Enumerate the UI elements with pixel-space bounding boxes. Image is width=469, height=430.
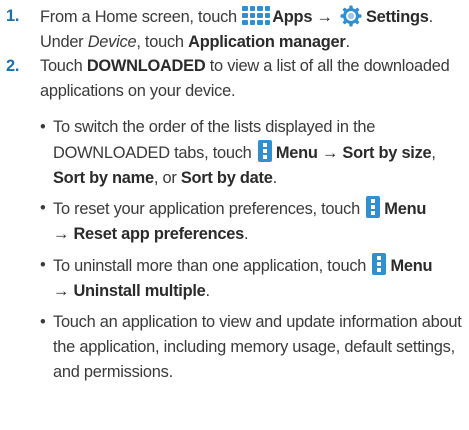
step-text: Touch DOWNLOADED to view a list of all t… [40, 57, 450, 100]
menu-icon [372, 253, 387, 275]
bullet-text: Touch an application to view and update … [53, 313, 462, 381]
downloaded-label: DOWNLOADED [86, 57, 206, 75]
device-label: Device [87, 33, 137, 51]
uninstall-multiple-label: → Uninstall multiple [53, 282, 206, 300]
apps-label: Apps [272, 8, 313, 26]
menu-icon [257, 140, 272, 162]
step-number: 2. [6, 57, 20, 75]
menu-label: Menu [275, 144, 318, 162]
sort-by-size-label: Sort by size [342, 144, 432, 162]
bullet-dot: • [40, 199, 46, 217]
sort-by-date-label: Sort by date [180, 169, 273, 187]
bullet-text: To uninstall more than one application, … [53, 253, 465, 304]
step-text: From a Home screen, touch Apps → Setting [40, 4, 465, 55]
sort-by-name-label: Sort by name [53, 169, 154, 187]
step-number: 1. [6, 7, 20, 25]
bullet-text: To switch the order of the lists display… [53, 118, 436, 187]
settings-label: Settings [365, 8, 429, 26]
bullet-dot: • [40, 313, 46, 331]
instructions-page: 1. From a Home screen, touch Apps → Sett… [0, 0, 469, 430]
settings-gear-icon [340, 5, 362, 27]
menu-icon [366, 196, 381, 218]
bullet-dot: • [40, 256, 46, 274]
bullet-text: To reset your application preferences, t… [53, 196, 465, 247]
menu-label: Menu [390, 257, 433, 275]
menu-label: Menu [384, 200, 427, 218]
bullet-dot: • [40, 118, 46, 136]
apps-grid-icon [242, 4, 271, 26]
arrow: → [316, 8, 333, 26]
reset-app-preferences-label: → Reset app preferences [53, 225, 245, 243]
application-manager-label: Application manager [188, 33, 346, 51]
